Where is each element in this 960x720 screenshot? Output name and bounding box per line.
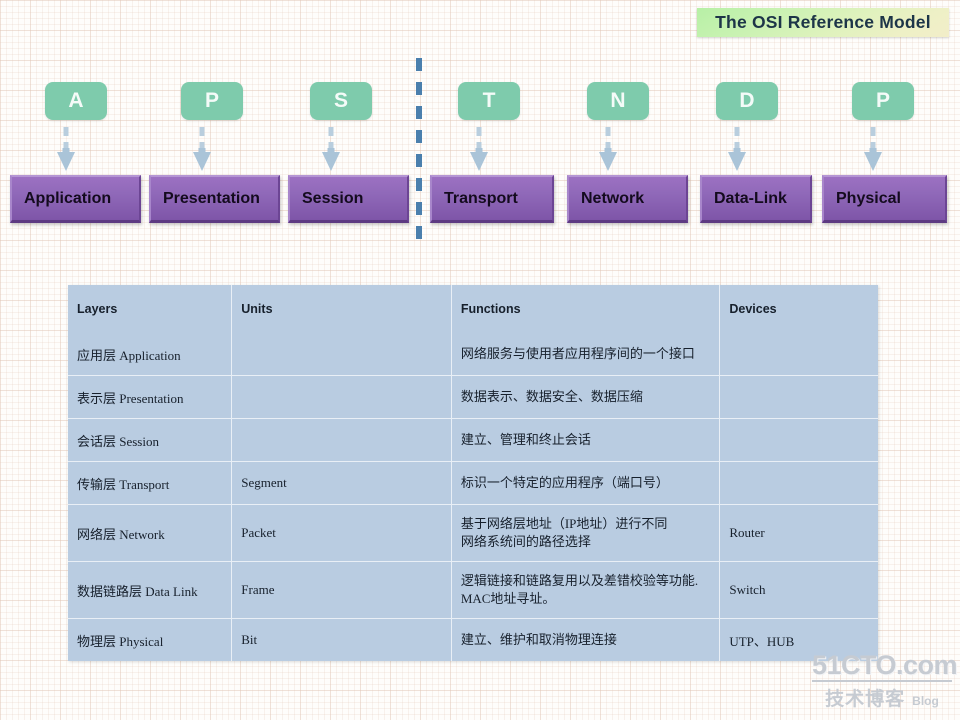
vertical-dashed-divider <box>416 58 422 246</box>
table-row: 物理层 Physical Bit 建立、维护和取消物理连接 UTP、HUB <box>68 618 878 661</box>
down-arrow-application <box>56 126 76 172</box>
cell-device: Switch <box>719 561 878 619</box>
layer-box-session[interactable]: Session <box>288 175 409 223</box>
page-title-banner: The OSI Reference Model <box>697 8 949 37</box>
letter-chip-p-6: P <box>852 82 914 120</box>
letter-chip-label: A <box>68 89 84 112</box>
cell-function: 逻辑链接和链路复用以及差错校验等功能. MAC地址寻址。 <box>451 561 721 619</box>
cell-layer: 数据链路层 Data Link <box>68 561 233 619</box>
cell-unit <box>231 375 452 419</box>
layer-box-transport[interactable]: Transport <box>430 175 554 223</box>
watermark-blog-label: Blog <box>912 693 939 708</box>
layer-box-label: Application <box>24 189 112 207</box>
cell-layer: 会话层 Session <box>68 418 233 462</box>
table-row: 表示层 Presentation 数据表示、数据安全、数据压缩 <box>68 375 878 419</box>
down-arrow-session <box>321 126 341 172</box>
letter-chip-s-2: S <box>310 82 372 120</box>
letter-chip-d-5: D <box>716 82 778 120</box>
down-arrow-physical <box>863 126 883 172</box>
layer-box-label: Session <box>302 189 364 207</box>
layer-box-label: Physical <box>836 189 901 207</box>
letter-chip-t-3: T <box>458 82 520 120</box>
down-arrow-data-link <box>727 126 747 172</box>
cell-unit: Bit <box>231 618 452 661</box>
column-header-devices: Devices <box>729 302 777 316</box>
down-arrow-network <box>598 126 618 172</box>
cell-function: 网络服务与使用者应用程序间的一个接口 <box>451 333 721 376</box>
column-header-units: Units <box>231 285 452 333</box>
table-row: 传输层 Transport Segment 标识一个特定的应用程序（端口号） <box>68 461 878 505</box>
table-row: 应用层 Application 网络服务与使用者应用程序间的一个接口 <box>68 333 878 376</box>
cell-function: 建立、管理和终止会话 <box>451 418 721 462</box>
cell-unit <box>231 418 452 462</box>
table-body: 应用层 Application 网络服务与使用者应用程序间的一个接口 表示层 Pre… <box>68 333 878 661</box>
letter-chip-label: P <box>204 89 219 112</box>
letter-chip-label: P <box>875 89 890 112</box>
layer-box-label: Data-Link <box>714 189 787 207</box>
cell-device <box>719 375 878 419</box>
cell-function: 标识一个特定的应用程序（端口号） <box>451 461 721 505</box>
watermark: 51CTO.com 技术博客 Blog <box>812 650 958 711</box>
letter-chip-n-4: N <box>587 82 649 120</box>
layer-box-data-link[interactable]: Data-Link <box>700 175 812 223</box>
down-arrow-presentation <box>192 126 212 172</box>
cell-unit: Segment <box>231 461 452 505</box>
table-row: 会话层 Session 建立、管理和终止会话 <box>68 418 878 462</box>
letter-chip-label: T <box>482 89 496 112</box>
cell-function: 数据表示、数据安全、数据压缩 <box>451 375 721 419</box>
cell-device: Router <box>719 504 878 562</box>
page-title: The OSI Reference Model <box>715 12 931 32</box>
cell-layer: 物理层 Physical <box>68 618 233 661</box>
layer-box-physical[interactable]: Physical <box>822 175 947 223</box>
watermark-chinese: 技术博客 <box>825 688 906 710</box>
osi-layers-table: Layers Units Functions Devices 应用层 Appli… <box>68 285 878 661</box>
letter-chip-label: N <box>610 89 626 112</box>
cell-layer: 传输层 Transport <box>68 461 233 505</box>
watermark-site: 51CTO.com <box>812 650 958 680</box>
table-row: 网络层 Network Packet 基于网络层地址（IP地址）进行不同 网络系统间的… <box>68 504 878 562</box>
letter-chip-label: S <box>333 89 348 112</box>
table-header-row: Layers Units Functions Devices <box>68 285 878 333</box>
letter-chip-label: D <box>739 89 755 112</box>
down-arrow-transport <box>469 126 489 172</box>
layer-box-presentation[interactable]: Presentation <box>149 175 280 223</box>
cell-unit: Frame <box>231 561 452 619</box>
cell-layer: 表示层 Presentation <box>68 375 233 419</box>
column-header-functions: Functions <box>451 285 721 333</box>
cell-layer: 应用层 Application <box>68 333 233 376</box>
layer-box-label: Transport <box>444 189 518 207</box>
cell-device <box>719 333 878 376</box>
table-row: 数据链路层 Data Link Frame 逻辑链接和链路复用以及差错校验等功能. M… <box>68 561 878 619</box>
cell-device <box>719 461 878 505</box>
layer-box-label: Network <box>581 189 645 207</box>
layer-box-network[interactable]: Network <box>567 175 688 223</box>
cell-device <box>719 418 878 462</box>
cell-layer: 网络层 Network <box>68 504 233 562</box>
layer-box-label: Presentation <box>163 189 260 207</box>
cell-unit: Packet <box>231 504 452 562</box>
table-header: Layers Units Functions Devices <box>68 285 878 333</box>
layer-box-application[interactable]: Application <box>10 175 141 223</box>
letter-chip-a-0: A <box>45 82 107 120</box>
cell-unit <box>231 333 452 376</box>
letter-chip-p-1: P <box>181 82 243 120</box>
cell-function: 基于网络层地址（IP地址）进行不同 网络系统间的路径选择 <box>451 504 721 562</box>
cell-function: 建立、维护和取消物理连接 <box>451 618 721 661</box>
column-header-layers: Layers <box>68 285 233 333</box>
